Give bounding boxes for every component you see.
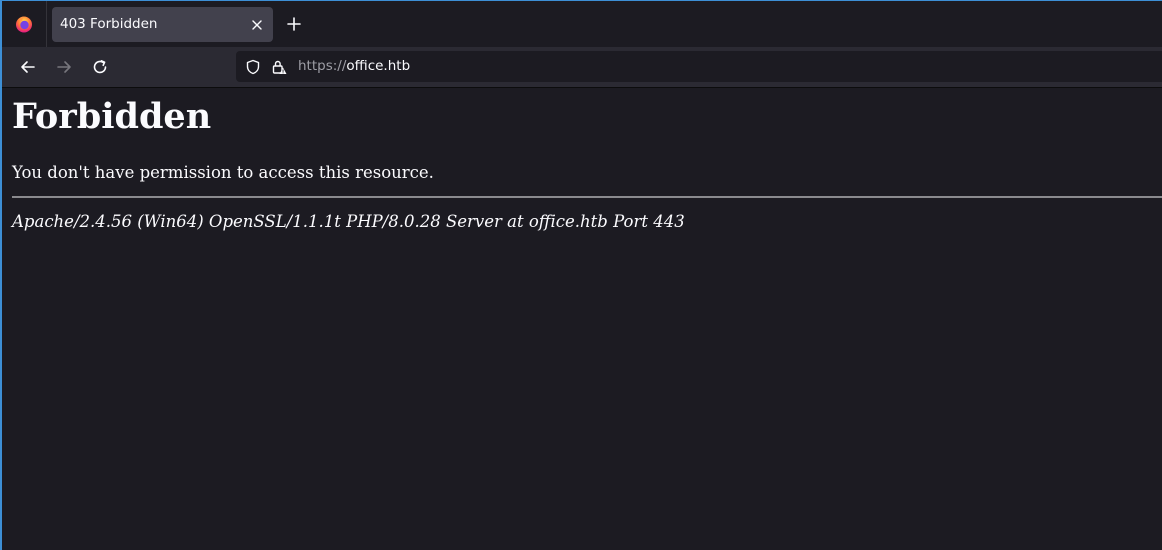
arrow-right-icon[interactable] — [54, 57, 74, 77]
url-host: office.htb — [346, 58, 411, 74]
tab-divider — [46, 1, 47, 47]
url-text[interactable]: https://office.htb — [298, 51, 410, 82]
page-title: Forbidden — [12, 96, 212, 137]
server-signature: Apache/2.4.56 (Win64) OpenSSL/1.1.1t PHP… — [12, 212, 685, 231]
arrow-left-icon[interactable] — [18, 57, 38, 77]
firefox-logo-icon[interactable] — [10, 10, 38, 38]
shield-icon[interactable] — [244, 58, 262, 76]
page-content: Forbidden You don't have permission to a… — [2, 88, 1162, 550]
divider — [12, 196, 1162, 198]
lock-warning-icon[interactable] — [270, 58, 288, 76]
close-icon[interactable] — [249, 17, 265, 33]
reload-icon[interactable] — [90, 57, 110, 77]
url-bar[interactable]: https://office.htb — [236, 51, 1162, 82]
tab-title: 403 Forbidden — [60, 16, 158, 32]
url-scheme: https:// — [298, 58, 347, 74]
tab-bar: 403 Forbidden — [2, 1, 1162, 47]
navigation-toolbar: https://office.htb — [2, 47, 1162, 88]
tab-active[interactable]: 403 Forbidden — [52, 7, 273, 42]
error-message: You don't have permission to access this… — [12, 163, 434, 182]
browser-window: 403 Forbidden https://office.htb Forbidd… — [0, 0, 1162, 550]
plus-icon[interactable] — [285, 15, 303, 33]
